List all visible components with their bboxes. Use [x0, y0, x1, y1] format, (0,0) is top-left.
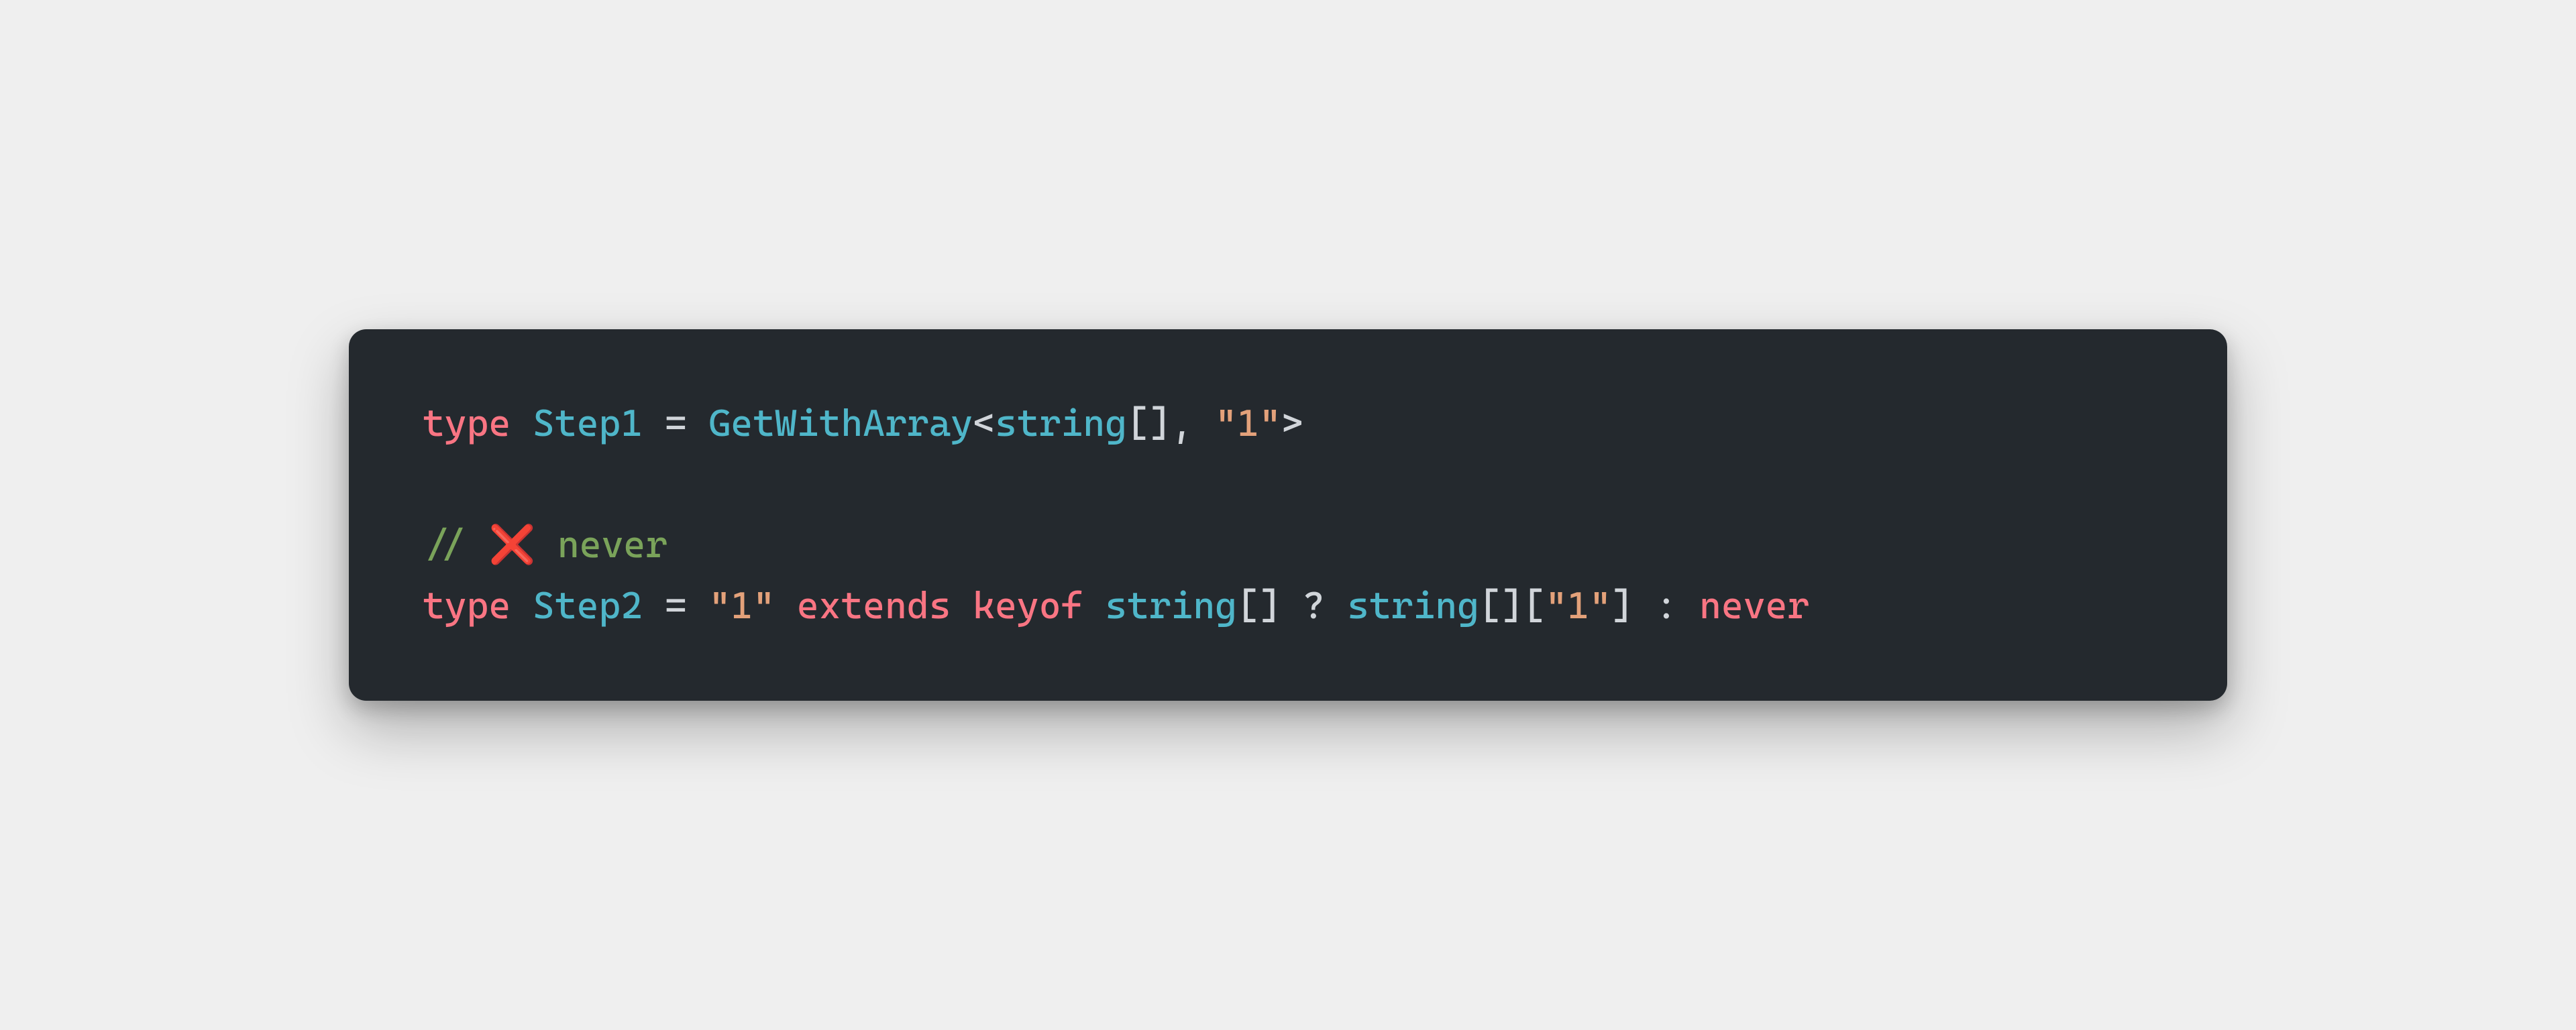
type-string: string: [1105, 584, 1237, 628]
equals: =: [643, 402, 708, 445]
brackets: []: [1237, 584, 1281, 628]
comment-text: never: [535, 523, 667, 567]
code-card: type Step1 = GetWithArray<string[], "1">…: [349, 329, 2227, 701]
comma: ,: [1171, 402, 1216, 445]
keyword-type: type: [423, 402, 511, 445]
ternary-colon: :: [1633, 584, 1699, 628]
brackets: []: [1127, 402, 1171, 445]
type-call: GetWithArray: [709, 402, 973, 445]
keyword-keyof: keyof: [973, 584, 1105, 628]
type-name: Step2: [533, 584, 643, 628]
type-string: string: [995, 402, 1127, 445]
string-literal: "1": [709, 584, 775, 628]
keyword-never: never: [1699, 584, 1809, 628]
equals: =: [643, 584, 708, 628]
type-name: Step1: [533, 402, 643, 445]
bracket-close: ]: [1611, 584, 1633, 628]
comment-slashes: //: [423, 523, 488, 567]
bracket-open: [: [1523, 584, 1546, 628]
string-literal: "1": [1215, 402, 1281, 445]
code-line-3: // ❌ never: [423, 523, 667, 567]
angle-close: >: [1281, 402, 1303, 445]
angle-open: <: [973, 402, 995, 445]
code-line-4: type Step2 = "1" extends keyof string[] …: [423, 584, 1809, 628]
keyword-type: type: [423, 584, 511, 628]
string-literal: "1": [1545, 584, 1611, 628]
code-line-1: type Step1 = GetWithArray<string[], "1">: [423, 402, 1303, 445]
code-block: type Step1 = GetWithArray<string[], "1">…: [423, 394, 2153, 637]
keyword-extends: extends: [775, 584, 973, 628]
cross-icon: ❌: [488, 523, 535, 567]
brackets: []: [1479, 584, 1523, 628]
ternary-q: ?: [1281, 584, 1347, 628]
type-string: string: [1347, 584, 1479, 628]
